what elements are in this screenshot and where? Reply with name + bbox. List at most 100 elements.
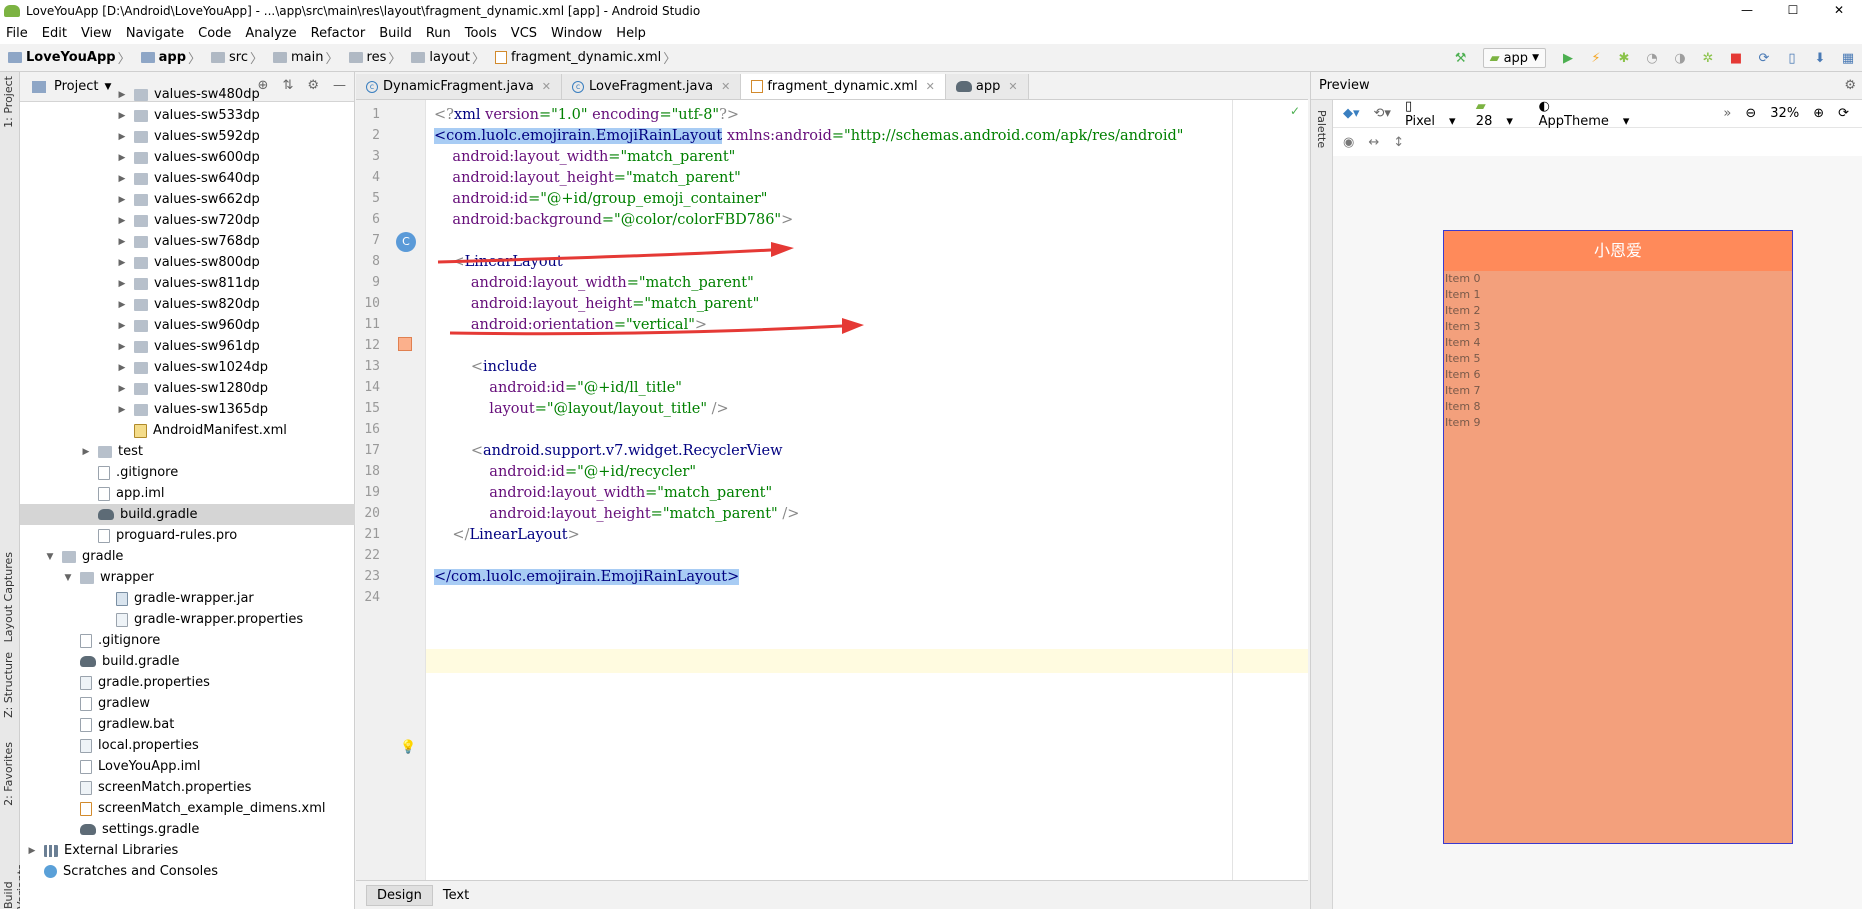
tree-item[interactable]: gradlew.bat — [20, 714, 355, 735]
debug-icon[interactable]: ✱ — [1615, 49, 1633, 67]
structure-tab[interactable]: Z: Structure — [2, 652, 15, 718]
tree-item[interactable]: ▶ values-sw1280dp — [20, 378, 355, 399]
tree-item[interactable]: ▶ values-sw640dp — [20, 168, 355, 189]
menu-view[interactable]: View — [81, 26, 112, 41]
tree-item[interactable]: settings.gradle — [20, 819, 355, 840]
coverage-icon[interactable]: ◑ — [1671, 49, 1689, 67]
menu-edit[interactable]: Edit — [42, 26, 67, 41]
tree-item[interactable]: gradle-wrapper.properties — [20, 609, 355, 630]
overflow-icon[interactable]: » — [1723, 106, 1731, 121]
breadcrumb-res[interactable]: res 〉 — [348, 48, 406, 67]
expand-vertical-icon[interactable]: ↕ — [1393, 135, 1404, 150]
close-tab-icon[interactable]: ✕ — [542, 80, 551, 93]
close-button[interactable]: ✕ — [1816, 0, 1862, 22]
sync-icon[interactable]: ⟳ — [1755, 49, 1773, 67]
tree-item[interactable]: ▶ values-sw768dp — [20, 231, 355, 252]
chevron-down-icon[interactable]: ▼ — [62, 573, 74, 583]
zoom-in-icon[interactable]: ⊕ — [1813, 106, 1824, 121]
breadcrumb-file[interactable]: fragment_dynamic.xml 〉 — [494, 48, 680, 67]
maximize-button[interactable]: ☐ — [1770, 0, 1816, 22]
chevron-right-icon[interactable]: ▶ — [116, 384, 128, 394]
menu-analyze[interactable]: Analyze — [245, 26, 296, 41]
close-tab-icon[interactable]: ✕ — [721, 80, 730, 93]
tree-item[interactable]: ▶ values-sw533dp — [20, 105, 355, 126]
tab-dynamicfragment[interactable]: c DynamicFragment.java ✕ — [356, 74, 563, 99]
menu-navigate[interactable]: Navigate — [126, 26, 184, 41]
minimize-button[interactable]: — — [1724, 0, 1770, 22]
tab-text[interactable]: Text — [433, 886, 479, 905]
tree-item[interactable]: screenMatch_example_dimens.xml — [20, 798, 355, 819]
menu-file[interactable]: File — [6, 26, 28, 41]
menu-build[interactable]: Build — [379, 26, 412, 41]
tree-item[interactable]: ▶ values-sw960dp — [20, 315, 355, 336]
run-icon[interactable]: ▶ — [1559, 49, 1577, 67]
chevron-down-icon[interactable]: ▼ — [44, 552, 56, 562]
chevron-right-icon[interactable]: ▶ — [116, 342, 128, 352]
tree-item[interactable]: ▶ values-sw720dp — [20, 210, 355, 231]
orientation-icon[interactable]: ⟲▾ — [1374, 106, 1391, 121]
tree-item[interactable]: ▶ test — [20, 441, 355, 462]
run-config-select[interactable]: ▰ app ▼ — [1482, 48, 1546, 68]
device-preview[interactable]: 小恩爱 Item 0 Item 1 Item 2 Item 3 Item 4 Item 5… — [1443, 230, 1793, 844]
tree-item[interactable]: ▼ wrapper — [20, 567, 355, 588]
chevron-right-icon[interactable]: ▶ — [116, 216, 128, 226]
chevron-right-icon[interactable]: ▶ — [116, 195, 128, 205]
zoom-out-icon[interactable]: ⊖ — [1745, 106, 1756, 121]
tree-item[interactable]: Scratches and Consoles — [20, 861, 355, 882]
layout-captures-tab[interactable]: Layout Captures — [2, 552, 15, 642]
stop-icon[interactable]: ■ — [1727, 49, 1745, 67]
menu-refactor[interactable]: Refactor — [311, 26, 366, 41]
apply-changes-icon[interactable]: ⚡ — [1587, 49, 1605, 67]
chevron-right-icon[interactable]: ▶ — [116, 258, 128, 268]
tree-item[interactable]: ▶ values-sw662dp — [20, 189, 355, 210]
project-tool-tab[interactable]: 1: Project — [2, 76, 15, 128]
tree-item[interactable]: ▶ values-sw1365dp — [20, 399, 355, 420]
chevron-right-icon[interactable]: ▶ — [116, 321, 128, 331]
breadcrumb-src[interactable]: src 〉 — [211, 48, 267, 67]
refresh-icon[interactable]: ⟳ — [1838, 106, 1849, 121]
tree-item[interactable]: ▶ values-sw800dp — [20, 252, 355, 273]
breadcrumb-project[interactable]: LoveYouApp 〉 — [8, 48, 135, 67]
tree-item[interactable]: AndroidManifest.xml — [20, 420, 355, 441]
tree-item[interactable]: app.iml — [20, 483, 355, 504]
tab-fragment-dynamic[interactable]: fragment_dynamic.xml ✕ — [741, 74, 946, 99]
breadcrumb-main[interactable]: main 〉 — [273, 48, 343, 67]
chevron-right-icon[interactable]: ▶ — [116, 405, 128, 415]
tree-item[interactable]: local.properties — [20, 735, 355, 756]
project-structure-icon[interactable]: ▦ — [1839, 49, 1857, 67]
hammer-icon[interactable]: ⚒ — [1452, 49, 1470, 67]
tree-item[interactable]: proguard-rules.pro — [20, 525, 355, 546]
tree-item[interactable]: ▶ values-sw592dp — [20, 126, 355, 147]
chevron-right-icon[interactable]: ▶ — [116, 174, 128, 184]
tab-lovefragment[interactable]: c LoveFragment.java ✕ — [562, 74, 742, 99]
tree-item[interactable]: ▶ values-sw820dp — [20, 294, 355, 315]
tree-item[interactable]: build.gradle — [20, 651, 355, 672]
palette-tab[interactable]: Palette — [1315, 110, 1328, 148]
tree-item[interactable]: .gitignore — [20, 462, 355, 483]
lightbulb-icon[interactable]: 💡 — [400, 740, 416, 755]
gear-icon[interactable]: ⚙ — [1844, 78, 1856, 93]
breadcrumb-layout[interactable]: layout 〉 — [411, 48, 489, 67]
menu-vcs[interactable]: VCS — [511, 26, 537, 41]
theme-select[interactable]: ◐ AppTheme ▾ — [1539, 99, 1630, 129]
menu-help[interactable]: Help — [616, 26, 646, 41]
favorites-tab[interactable]: 2: Favorites — [2, 742, 15, 806]
tree-item[interactable]: LoveYouApp.iml — [20, 756, 355, 777]
chevron-right-icon[interactable]: ▶ — [80, 447, 92, 457]
eye-icon[interactable]: ◉ — [1343, 135, 1354, 150]
tree-item[interactable]: ▶ values-sw961dp — [20, 336, 355, 357]
chevron-right-icon[interactable]: ▶ — [116, 237, 128, 247]
tree-item[interactable]: ▶ values-sw1024dp — [20, 357, 355, 378]
chevron-right-icon[interactable]: ▶ — [116, 279, 128, 289]
device-select[interactable]: ▯ Pixel ▾ — [1405, 99, 1462, 129]
sdk-manager-icon[interactable]: ⬇ — [1811, 49, 1829, 67]
api-select[interactable]: ▰ 28 ▾ — [1476, 99, 1525, 129]
expand-horizontal-icon[interactable]: ↔ — [1368, 135, 1379, 150]
close-tab-icon[interactable]: ✕ — [926, 80, 935, 93]
close-tab-icon[interactable]: ✕ — [1008, 80, 1017, 93]
chevron-right-icon[interactable]: ▶ — [116, 300, 128, 310]
chevron-right-icon[interactable]: ▶ — [116, 132, 128, 142]
tree-item[interactable]: gradle.properties — [20, 672, 355, 693]
tree-item[interactable]: gradle-wrapper.jar — [20, 588, 355, 609]
tree-item[interactable]: ▶ values-sw480dp — [20, 84, 355, 105]
